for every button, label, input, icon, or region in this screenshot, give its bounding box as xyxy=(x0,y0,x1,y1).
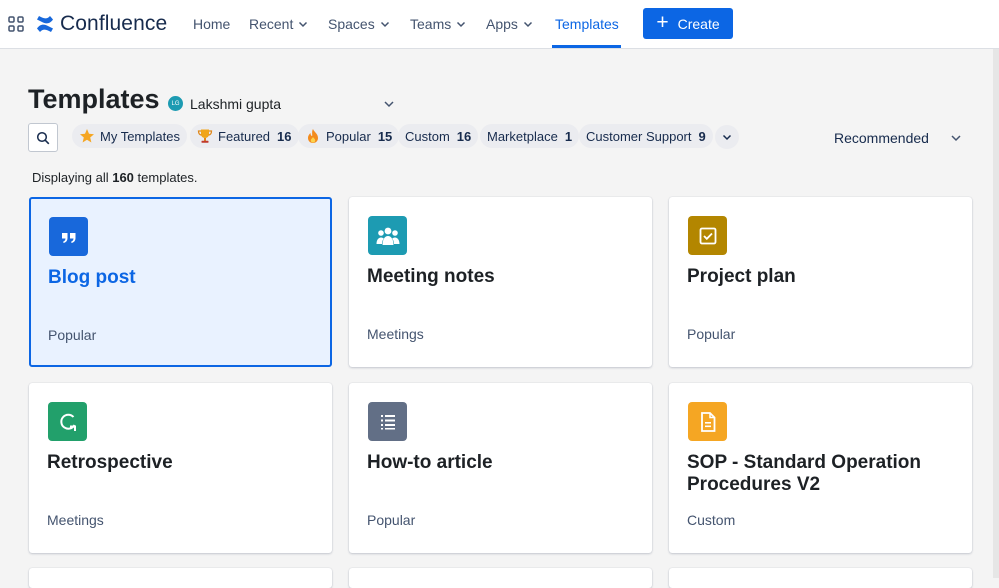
nav-recent-label: Recent xyxy=(249,16,294,32)
chip-label: Custom xyxy=(405,128,450,144)
trophy-icon xyxy=(197,128,213,144)
app-switcher-icon[interactable] xyxy=(8,16,24,32)
template-category: Meetings xyxy=(367,326,424,342)
chip-label: Customer Support xyxy=(586,128,692,144)
template-category: Popular xyxy=(687,326,736,342)
chip-custom[interactable]: Custom 16 xyxy=(398,124,479,148)
summary-prefix: Displaying all xyxy=(32,170,109,185)
chip-count: 15 xyxy=(377,128,393,144)
active-tab-indicator xyxy=(552,45,621,48)
chip-label: My Templates xyxy=(100,128,180,144)
template-title: Blog post xyxy=(48,267,136,288)
chip-count: 9 xyxy=(698,128,706,144)
nav-spaces[interactable]: Spaces xyxy=(328,0,390,48)
template-category: Custom xyxy=(687,512,736,528)
chip-customer-support[interactable]: Customer Support 9 xyxy=(579,124,713,148)
template-category: Meetings xyxy=(47,512,104,528)
nav-recent[interactable]: Recent xyxy=(249,0,308,48)
product-name: Confluence xyxy=(60,12,168,35)
results-summary: Displaying all 160 templates. xyxy=(32,170,198,185)
scrollbar-track[interactable] xyxy=(993,49,999,578)
chevron-down-icon xyxy=(523,21,532,28)
chip-label: Popular xyxy=(326,128,371,144)
more-filters-button[interactable] xyxy=(715,125,739,149)
star-icon xyxy=(79,128,95,144)
list-icon xyxy=(368,402,407,441)
template-card[interactable] xyxy=(349,568,652,588)
search-button[interactable] xyxy=(28,123,58,152)
create-button-label: Create xyxy=(677,15,720,32)
chevron-down-icon[interactable] xyxy=(950,132,962,144)
template-card-sop[interactable]: SOP - Standard Operation Procedures V2 C… xyxy=(669,383,972,553)
chip-marketplace[interactable]: Marketplace 1 xyxy=(480,124,580,148)
checkbox-icon xyxy=(688,216,727,255)
plus-icon: + xyxy=(656,11,669,34)
cycle-icon xyxy=(48,402,87,441)
nav-spaces-label: Spaces xyxy=(328,16,375,32)
template-count: 160 xyxy=(112,170,134,185)
fire-icon xyxy=(305,128,321,144)
nav-home[interactable]: Home xyxy=(193,0,230,48)
sort-dropdown[interactable]: Recommended xyxy=(834,130,929,146)
chevron-down-icon[interactable] xyxy=(383,98,395,110)
template-category: Popular xyxy=(367,512,416,528)
confluence-logo[interactable]: Confluence xyxy=(36,12,167,36)
nav-templates-label: Templates xyxy=(555,16,619,32)
chevron-down-icon xyxy=(722,134,732,141)
chip-count: 16 xyxy=(277,128,292,144)
user-name[interactable]: Lakshmi gupta xyxy=(190,96,281,112)
nav-apps-label: Apps xyxy=(486,16,518,32)
template-card-how-to-article[interactable]: How-to article Popular xyxy=(349,383,652,553)
document-icon xyxy=(688,402,727,441)
template-title: How-to article xyxy=(367,452,493,473)
chip-count: 16 xyxy=(456,128,472,144)
confluence-logo-icon xyxy=(37,16,53,32)
top-navigation: Confluence Home Recent Spaces Teams Apps… xyxy=(0,0,999,49)
chip-count: 1 xyxy=(564,128,573,144)
search-icon xyxy=(36,131,50,144)
chevron-down-icon xyxy=(380,21,389,28)
nav-teams-label: Teams xyxy=(410,16,452,32)
nav-teams[interactable]: Teams xyxy=(410,0,466,48)
summary-suffix: templates. xyxy=(137,170,198,185)
template-card-retrospective[interactable]: Retrospective Meetings xyxy=(29,383,332,553)
nav-apps[interactable]: Apps xyxy=(486,0,533,48)
nav-templates[interactable]: Templates xyxy=(555,0,619,48)
people-icon xyxy=(368,216,407,255)
quote-icon xyxy=(49,217,88,256)
chevron-down-icon xyxy=(299,21,308,28)
template-card-blog-post[interactable]: Blog post Popular xyxy=(29,197,332,367)
chip-popular[interactable]: Popular 15 xyxy=(298,124,400,148)
template-category: Popular xyxy=(48,327,97,343)
template-title: SOP - Standard Operation Procedures V2 xyxy=(687,452,922,495)
template-title: Meeting notes xyxy=(367,266,495,287)
template-card-project-plan[interactable]: Project plan Popular xyxy=(669,197,972,367)
template-title: Retrospective xyxy=(47,452,173,473)
avatar: LG xyxy=(168,96,183,111)
nav-home-label: Home xyxy=(193,16,231,32)
chip-label: Featured xyxy=(218,128,271,144)
chip-featured[interactable]: Featured 16 xyxy=(190,124,299,148)
template-card[interactable] xyxy=(29,568,332,588)
template-card[interactable] xyxy=(669,568,972,588)
chevron-down-icon xyxy=(457,21,466,28)
template-card-meeting-notes[interactable]: Meeting notes Meetings xyxy=(349,197,652,367)
page-title: Templates xyxy=(28,84,160,114)
chip-my-templates[interactable]: My Templates xyxy=(72,124,187,148)
create-button[interactable]: + Create xyxy=(643,8,733,39)
chip-label: Marketplace xyxy=(487,128,558,144)
template-title: Project plan xyxy=(687,266,796,287)
